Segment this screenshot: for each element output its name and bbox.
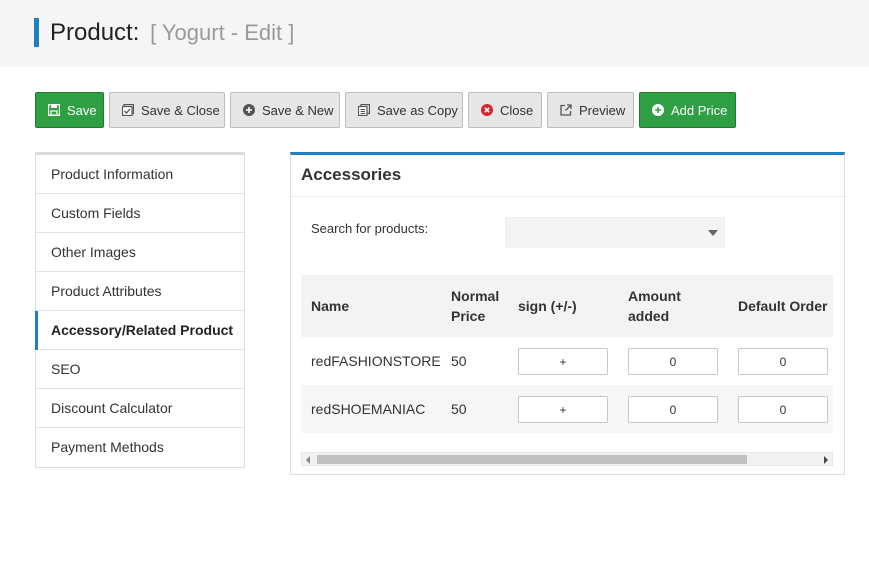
sidebar-item-seo[interactable]: SEO bbox=[36, 350, 244, 389]
add-price-button[interactable]: Add Price bbox=[639, 92, 736, 128]
page-header: Product: [ Yogurt - Edit ] bbox=[0, 0, 869, 67]
header-accent-bar bbox=[34, 18, 39, 47]
sidebar-item-label: Accessory/Related Product bbox=[51, 322, 234, 338]
external-link-icon bbox=[560, 104, 572, 116]
amount-added-input[interactable] bbox=[628, 348, 718, 375]
column-header-sign: sign (+/-) bbox=[518, 298, 577, 314]
default-order-input[interactable] bbox=[738, 396, 828, 423]
table-header: Name Normal Price sign (+/-) Amount adde… bbox=[301, 275, 833, 337]
sidebar-item-label: Custom Fields bbox=[51, 205, 141, 221]
add-price-button-label: Add Price bbox=[671, 102, 728, 118]
cell-price: 50 bbox=[451, 353, 467, 369]
sidebar-item-product-attributes[interactable]: Product Attributes bbox=[36, 272, 244, 311]
save-new-button-label: Save & New bbox=[262, 102, 334, 118]
close-circle-icon bbox=[481, 104, 493, 116]
sign-input[interactable] bbox=[518, 348, 608, 375]
close-button[interactable]: Close bbox=[468, 92, 542, 128]
save-close-button-label: Save & Close bbox=[141, 102, 220, 118]
sidebar-item-label: Payment Methods bbox=[51, 439, 164, 455]
column-header-name: Name bbox=[311, 298, 350, 314]
sidebar-item-label: Product Attributes bbox=[51, 283, 162, 299]
save-button-label: Save bbox=[67, 102, 97, 118]
default-order-input[interactable] bbox=[738, 348, 828, 375]
sidebar-item-label: SEO bbox=[51, 361, 81, 377]
amount-added-input[interactable] bbox=[628, 396, 718, 423]
column-header-normal-price: Normal Price bbox=[451, 288, 500, 324]
cell-name: redFASHIONSTORE bbox=[311, 353, 441, 369]
preview-button[interactable]: Preview bbox=[547, 92, 634, 128]
sidebar-item-custom-fields[interactable]: Custom Fields bbox=[36, 194, 244, 233]
save-new-button[interactable]: Save & New bbox=[230, 92, 340, 128]
cell-name: redSHOEMANIAC bbox=[311, 401, 426, 417]
save-icon bbox=[48, 104, 60, 116]
plus-circle-icon bbox=[243, 104, 255, 116]
page-title: Product: [ Yogurt - Edit ] bbox=[50, 18, 294, 48]
horizontal-scrollbar[interactable] bbox=[301, 452, 833, 466]
sidebar-item-label: Product Information bbox=[51, 166, 174, 182]
save-button[interactable]: Save bbox=[35, 92, 104, 128]
save-as-copy-button[interactable]: Save as Copy bbox=[345, 92, 463, 128]
sidebar-item-other-images[interactable]: Other Images bbox=[36, 233, 244, 272]
search-products-select[interactable] bbox=[505, 217, 725, 248]
sidebar-item-label: Discount Calculator bbox=[51, 400, 173, 416]
accessories-panel: Accessories Search for products: Name No… bbox=[290, 152, 845, 475]
panel-title: Accessories bbox=[301, 165, 402, 184]
scrollbar-thumb[interactable] bbox=[317, 455, 747, 464]
page-title-text: Product: bbox=[50, 19, 140, 46]
column-header-default-order: Default Order bbox=[738, 298, 828, 314]
panel-divider bbox=[291, 196, 844, 197]
sidebar-item-discount-calculator[interactable]: Discount Calculator bbox=[36, 389, 244, 428]
sidebar-nav: Product Information Custom Fields Other … bbox=[35, 152, 245, 468]
close-button-label: Close bbox=[500, 102, 534, 118]
save-as-copy-button-label: Save as Copy bbox=[377, 102, 458, 118]
accessories-table: Name Normal Price sign (+/-) Amount adde… bbox=[301, 275, 833, 433]
copy-icon bbox=[358, 104, 370, 116]
scroll-left-icon[interactable] bbox=[306, 456, 310, 464]
preview-button-label: Preview bbox=[579, 102, 626, 118]
table-row: redFASHIONSTORE 50 bbox=[301, 337, 833, 385]
page-subtitle: [ Yogurt - Edit ] bbox=[150, 20, 295, 45]
column-header-amount-added: Amount added bbox=[628, 288, 681, 324]
sidebar-item-accessory-related-product[interactable]: Accessory/Related Product bbox=[35, 311, 244, 350]
plus-circle-icon bbox=[652, 104, 664, 116]
sidebar-item-product-information[interactable]: Product Information bbox=[36, 155, 244, 194]
sidebar-item-label: Other Images bbox=[51, 244, 136, 260]
cell-price: 50 bbox=[451, 401, 467, 417]
search-products-label: Search for products: bbox=[311, 221, 429, 236]
save-close-button[interactable]: Save & Close bbox=[109, 92, 225, 128]
table-row: redSHOEMANIAC 50 bbox=[301, 385, 833, 433]
chevron-down-icon bbox=[708, 230, 718, 236]
sign-input[interactable] bbox=[518, 396, 608, 423]
sidebar-item-payment-methods[interactable]: Payment Methods bbox=[36, 428, 244, 467]
scroll-right-icon[interactable] bbox=[824, 456, 828, 464]
save-close-icon bbox=[122, 104, 134, 116]
